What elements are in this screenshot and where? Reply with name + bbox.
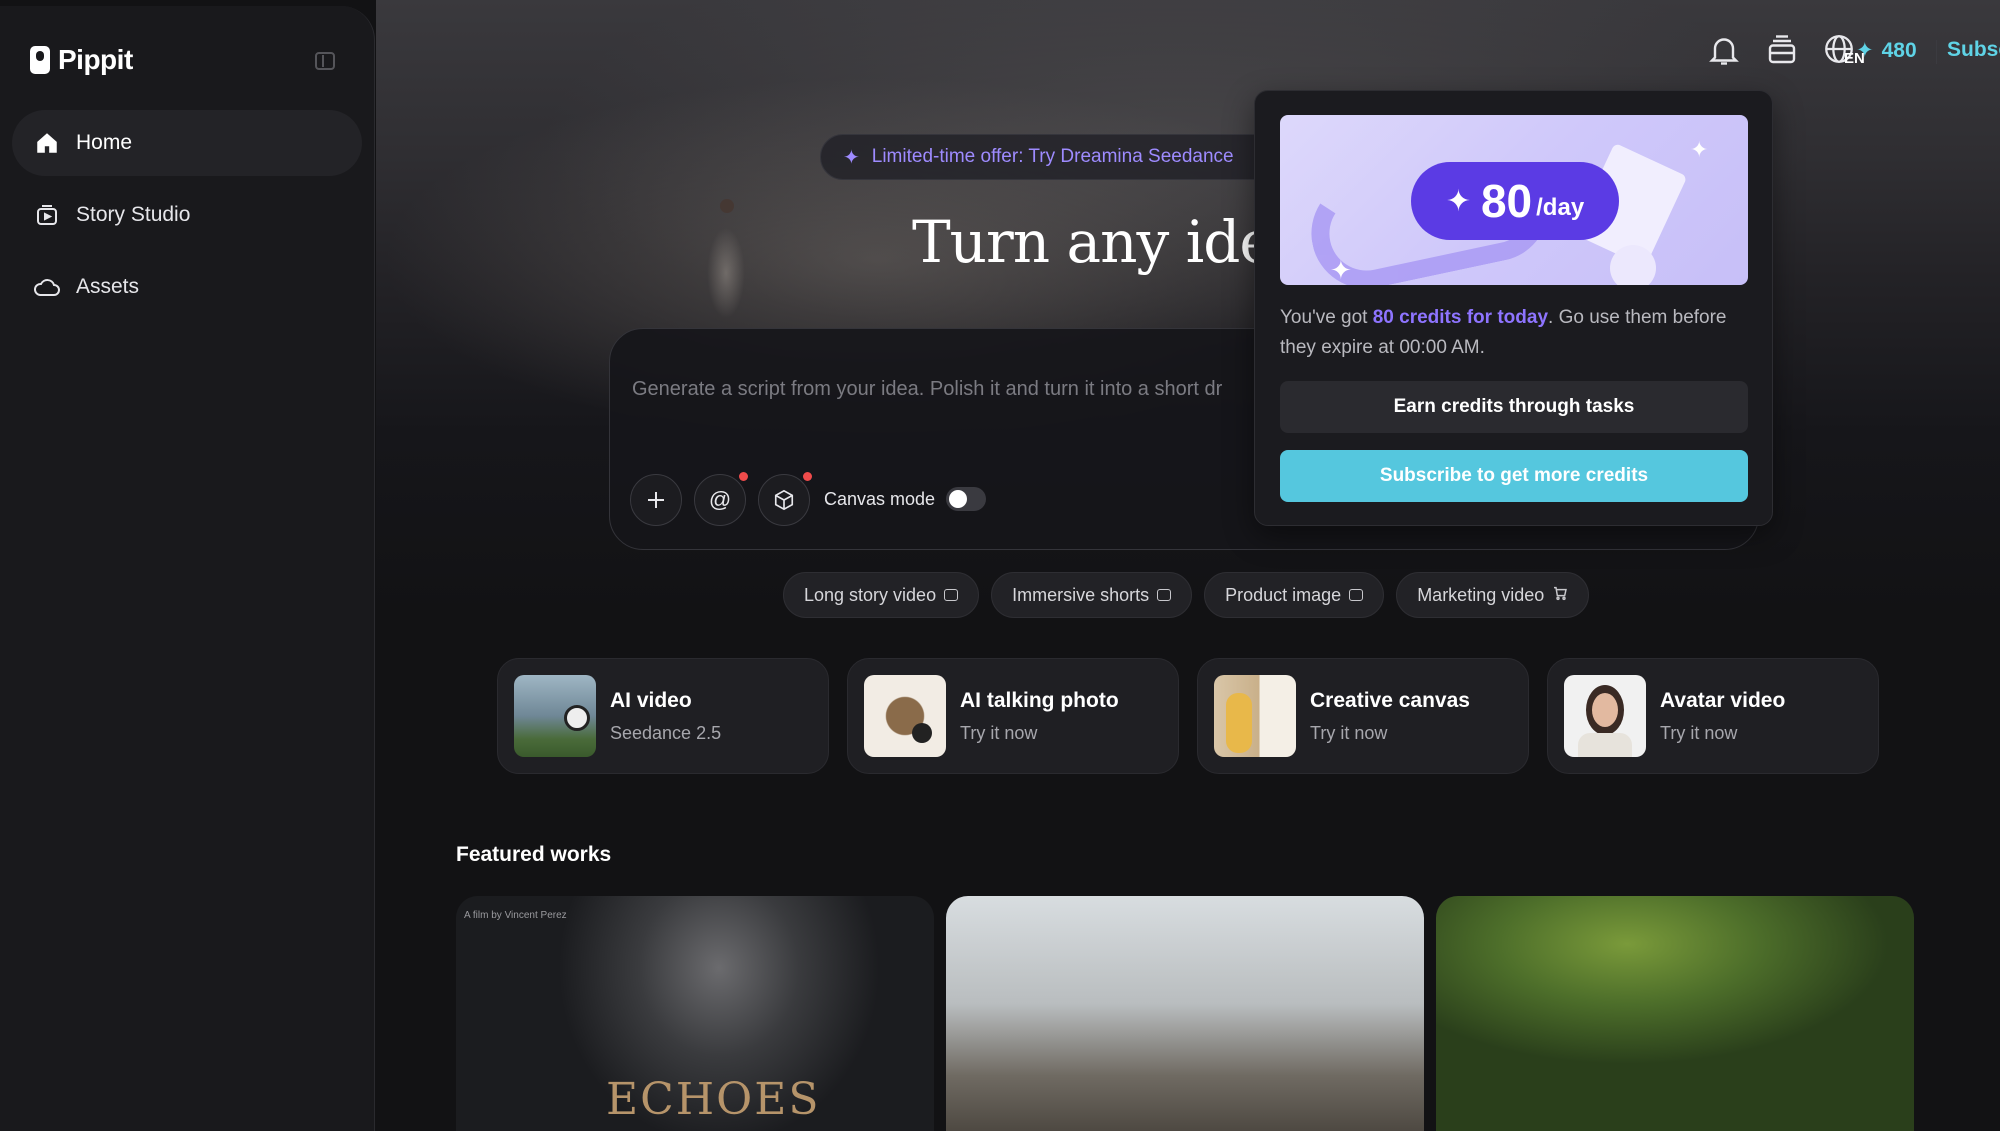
language-label: EN bbox=[1844, 50, 1865, 67]
chip-label: Immersive shorts bbox=[1012, 584, 1150, 605]
sidebar: Pippit Home Story Studio Assets bbox=[0, 6, 375, 1131]
message-highlight: 80 credits for today bbox=[1372, 307, 1549, 328]
sidebar-item-assets[interactable]: Assets bbox=[12, 254, 362, 320]
canvas-mode-label: Canvas mode bbox=[824, 489, 936, 509]
work-credit: A film by Vincent Perez bbox=[464, 910, 567, 921]
ai-video-thumbnail bbox=[514, 675, 596, 757]
topbar-divider bbox=[1936, 40, 1937, 64]
ai-talking-photo-thumbnail bbox=[864, 675, 946, 757]
sidebar-nav: Home Story Studio Assets bbox=[12, 110, 362, 326]
creative-canvas-thumbnail bbox=[1214, 675, 1296, 757]
work-title: ECHOES bbox=[606, 1074, 821, 1125]
card-title: Creative canvas bbox=[1310, 688, 1470, 712]
credits-message: You've got 80 credits for today. Go use … bbox=[1280, 303, 1750, 363]
credits-banner: ✦ ✦ ✦ 80 /day bbox=[1280, 115, 1748, 285]
avatar-video-thumbnail bbox=[1564, 675, 1646, 757]
sparkle-icon: ✦ bbox=[843, 146, 860, 169]
home-icon bbox=[34, 130, 60, 156]
card-ai-talking-photo[interactable]: AI talking photo Try it now bbox=[847, 658, 1179, 774]
card-subtitle: Try it now bbox=[960, 722, 1038, 743]
stack-icon[interactable] bbox=[1764, 32, 1800, 68]
card-title: Avatar video bbox=[1660, 688, 1786, 712]
card-title: AI video bbox=[610, 688, 692, 712]
chip-marketing-video[interactable]: Marketing video bbox=[1396, 572, 1590, 618]
mention-button[interactable]: @ bbox=[694, 472, 748, 526]
notification-dot bbox=[739, 472, 748, 481]
video-icon bbox=[944, 589, 959, 601]
subscribe-link[interactable]: Subscribe bbox=[1947, 38, 2000, 62]
sidebar-item-story-studio[interactable]: Story Studio bbox=[12, 182, 362, 248]
brand-name: Pippit bbox=[58, 44, 133, 75]
chip-label: Product image bbox=[1225, 584, 1342, 605]
hero-figure-image bbox=[696, 195, 756, 325]
featured-works-grid: A film by Vincent Perez ECHOES bbox=[456, 896, 1914, 1131]
sidebar-item-label: Assets bbox=[76, 275, 140, 298]
chip-product-image[interactable]: Product image bbox=[1204, 572, 1385, 618]
card-ai-video[interactable]: AI video Seedance 2.5 bbox=[497, 658, 829, 774]
chip-long-story-video[interactable]: Long story video bbox=[783, 572, 980, 618]
card-subtitle: Seedance 2.5 bbox=[610, 722, 722, 743]
story-studio-icon bbox=[34, 202, 60, 228]
card-title: AI talking photo bbox=[960, 688, 1119, 712]
pippit-logo-icon bbox=[30, 46, 50, 74]
earn-credits-button[interactable]: Earn credits through tasks bbox=[1280, 381, 1748, 433]
sidebar-item-label: Story Studio bbox=[76, 203, 191, 226]
message-prefix: You've got bbox=[1280, 307, 1373, 328]
brand[interactable]: Pippit bbox=[30, 44, 133, 76]
cube-icon bbox=[774, 489, 794, 511]
model-button[interactable] bbox=[758, 472, 812, 526]
daily-credits-badge: ✦ 80 /day bbox=[1411, 162, 1619, 240]
image-icon bbox=[1349, 589, 1364, 601]
credits-popup: ✦ ✦ ✦ 80 /day You've got 80 credits for … bbox=[1254, 90, 1773, 526]
at-icon: @ bbox=[708, 487, 732, 512]
sidebar-collapse-icon[interactable] bbox=[315, 52, 335, 70]
daily-credits-amount: 80 bbox=[1480, 175, 1533, 227]
sidebar-item-label: Home bbox=[76, 131, 133, 154]
featured-work-baby-crab[interactable] bbox=[1436, 896, 1914, 1131]
app-window: Pippit Home Story Studio Assets ✦ 480 Su… bbox=[0, 0, 2000, 1131]
card-avatar-video[interactable]: Avatar video Try it now bbox=[1547, 658, 1879, 774]
template-chips: Long story video Immersive shorts Produc… bbox=[783, 572, 1590, 618]
canvas-mode-toggle[interactable] bbox=[946, 487, 986, 511]
bell-icon[interactable] bbox=[1706, 32, 1742, 68]
decorative-circle bbox=[1610, 245, 1656, 285]
featured-work-echoes[interactable]: A film by Vincent Perez ECHOES bbox=[456, 896, 934, 1131]
featured-work-robots[interactable] bbox=[946, 896, 1424, 1131]
cart-icon bbox=[1552, 585, 1568, 606]
card-subtitle: Try it now bbox=[1660, 722, 1738, 743]
card-creative-canvas[interactable]: Creative canvas Try it now bbox=[1197, 658, 1529, 774]
globe-language-icon[interactable]: EN bbox=[1822, 32, 1868, 68]
card-subtitle: Try it now bbox=[1310, 722, 1388, 743]
video-icon bbox=[1157, 589, 1172, 601]
chip-immersive-shorts[interactable]: Immersive shorts bbox=[991, 572, 1193, 618]
subscribe-credits-button[interactable]: Subscribe to get more credits bbox=[1280, 450, 1748, 502]
daily-credits-unit: /day bbox=[1536, 194, 1585, 221]
cloud-icon bbox=[34, 274, 60, 300]
sparkle-icon: ✦ bbox=[1445, 184, 1471, 218]
notification-dot bbox=[803, 472, 812, 481]
sparkle-icon: ✦ bbox=[1690, 137, 1709, 162]
chip-label: Marketing video bbox=[1417, 584, 1545, 605]
chip-label: Long story video bbox=[804, 584, 937, 605]
offer-text: Limited-time offer: Try Dreamina Seedanc… bbox=[871, 146, 1234, 167]
add-button[interactable] bbox=[630, 474, 682, 526]
sparkle-icon: ✦ bbox=[1330, 255, 1352, 285]
featured-works-title: Featured works bbox=[456, 843, 612, 866]
credits-value: 480 bbox=[1881, 38, 1917, 62]
sidebar-item-home[interactable]: Home bbox=[12, 110, 362, 176]
feature-cards: AI video Seedance 2.5 AI talking photo T… bbox=[497, 658, 1879, 774]
